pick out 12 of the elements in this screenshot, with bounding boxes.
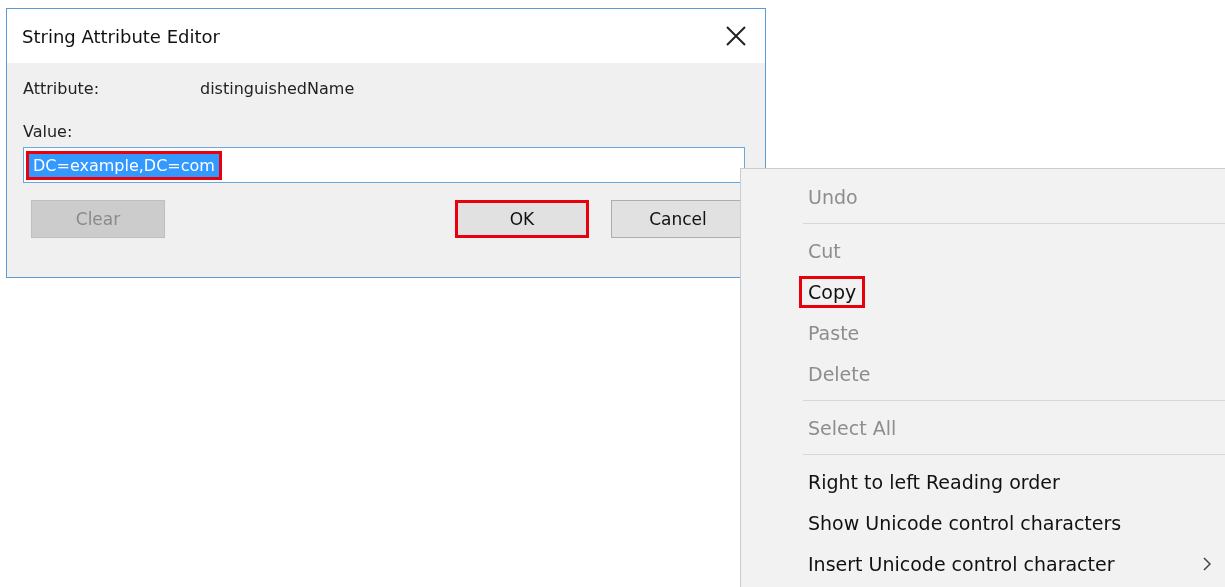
dialog-button[interactable]: OK bbox=[455, 200, 589, 238]
close-icon[interactable] bbox=[725, 25, 747, 47]
attribute-label: Attribute: bbox=[23, 79, 101, 98]
menu-item[interactable]: Copy bbox=[799, 275, 866, 308]
value-label: Value: bbox=[23, 122, 74, 141]
menu-item[interactable]: Right to left Reading order bbox=[799, 465, 1069, 498]
value-field[interactable]: DC=example,DC=com bbox=[23, 147, 745, 183]
attribute-value: distinguishedName bbox=[200, 79, 355, 98]
window-title: String Attribute Editor bbox=[22, 25, 220, 47]
menu-item[interactable]: Insert Unicode control character bbox=[799, 547, 1124, 580]
menu-item[interactable]: Show Unicode control characters bbox=[799, 506, 1131, 539]
value-text: DC=example,DC=com bbox=[26, 150, 222, 180]
